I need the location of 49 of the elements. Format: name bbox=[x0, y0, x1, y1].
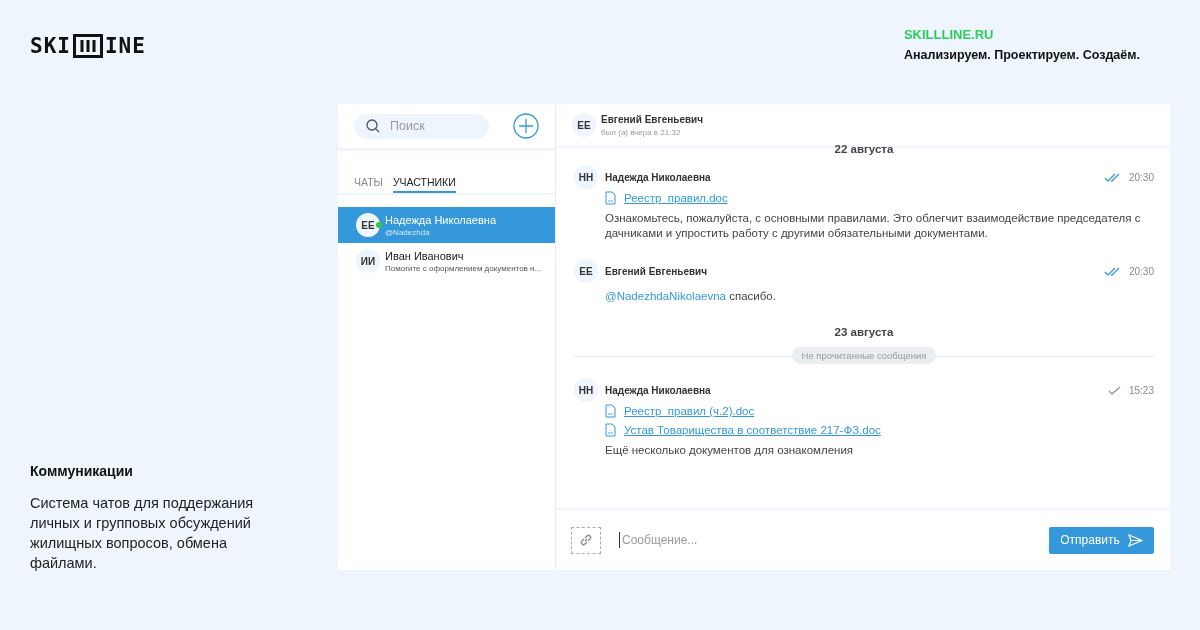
search-field[interactable]: Поиск bbox=[354, 113, 489, 139]
link-icon bbox=[579, 533, 593, 547]
avatar: ЕЕ bbox=[356, 213, 380, 237]
message-author: Евгений Евгеньевич bbox=[605, 265, 709, 277]
file-link[interactable]: Устав Товарищества в соответствие 217-ФЗ.doc bbox=[624, 424, 881, 436]
search-icon bbox=[366, 119, 380, 133]
file-link[interactable]: Реестр_правил (ч.2).doc bbox=[624, 405, 755, 417]
message-time: 20:30 bbox=[1128, 265, 1154, 277]
message-text: Ознакомьтесь, пожалуйста, с основными правилами. Это облегчит взаимодействие председателя с дачниками и упростить работу с другими обязательными документами. bbox=[605, 211, 1142, 241]
document-icon bbox=[605, 191, 616, 205]
chat-contact-name: Евгений Евгеньевич bbox=[601, 113, 704, 125]
contact-item[interactable]: ИИ Иван Иванович Помогите с оформлением документов н... bbox=[338, 243, 555, 279]
tab[interactable]: УЧАСТНИКИ bbox=[392, 176, 456, 193]
avatar: ЕЕ bbox=[572, 113, 596, 137]
logo-text: SKI bbox=[30, 34, 71, 58]
avatar: НН bbox=[574, 378, 598, 402]
contact-subtitle: Помогите с оформлением документов н... bbox=[385, 263, 542, 273]
section-title: Коммуникации bbox=[30, 463, 134, 479]
date-label: 23 августа bbox=[833, 326, 895, 338]
tab[interactable]: ЧАТЫ bbox=[354, 176, 383, 193]
section-description: Система чатов для поддержания личных и групповых обсуждений жилищных вопросов, обмена файлами. bbox=[30, 494, 255, 573]
message-time: 20:30 bbox=[1128, 171, 1154, 183]
site-link[interactable]: SKILLLINE.RU bbox=[903, 27, 994, 42]
add-icon[interactable] bbox=[513, 113, 539, 139]
send-button[interactable]: Отправить bbox=[1049, 526, 1154, 554]
send-icon bbox=[1127, 533, 1143, 547]
document-icon bbox=[605, 423, 616, 437]
search-placeholder: Поиск bbox=[390, 119, 425, 133]
message-author: Надежда Николаевна bbox=[605, 384, 712, 396]
avatar: ИИ bbox=[356, 249, 380, 273]
unread-divider-label: Не прочитанные сообщения bbox=[791, 347, 937, 364]
message-text: @NadezhdaNikolaevna спасибо. bbox=[605, 289, 777, 304]
last-seen-status: был (а) вчера в 21:32 bbox=[601, 127, 682, 137]
mention-link[interactable]: @NadezhdaNikolaevna bbox=[605, 290, 726, 302]
message-text: Ещё несколько документов для ознакомления bbox=[605, 443, 855, 458]
avatar: НН bbox=[574, 165, 598, 189]
file-link[interactable]: Реестр_правил.doc bbox=[624, 192, 728, 204]
message-author: Надежда Николаевна bbox=[605, 171, 712, 183]
attach-button[interactable] bbox=[571, 526, 601, 554]
message-time: 15:23 bbox=[1128, 384, 1154, 396]
contact-name: Иван Иванович bbox=[385, 249, 465, 262]
contact-name: Надежда Николаевна bbox=[385, 213, 496, 226]
logo-mark-icon bbox=[72, 34, 103, 58]
avatar: ЕЕ bbox=[574, 259, 598, 283]
contact-subtitle: @Nadezhda bbox=[385, 227, 431, 237]
date-label: 22 августа bbox=[833, 143, 895, 155]
logo-text: INE bbox=[104, 34, 146, 58]
slogan: Анализируем. Проектируем. Создаём. bbox=[903, 48, 1140, 62]
document-icon bbox=[605, 404, 616, 418]
